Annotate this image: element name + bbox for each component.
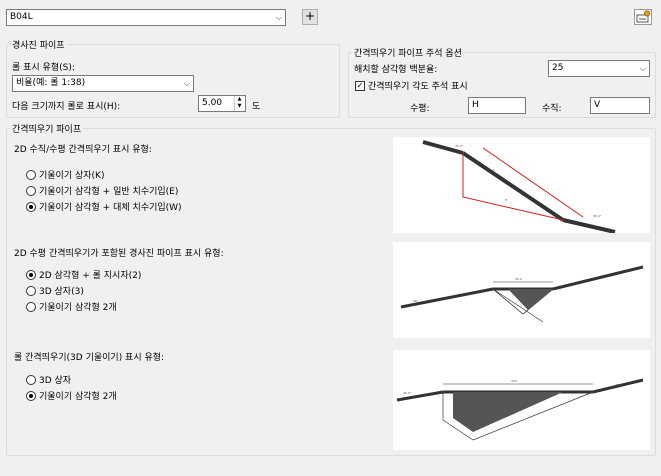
radio-3d-box[interactable]: 3D 상자(3) [26, 284, 84, 297]
horizontal-label: 수평: [410, 104, 430, 114]
radio-icon [26, 269, 36, 280]
display-type-select[interactable]: 비율(예: 롤 1:38) ⌵ [12, 75, 194, 92]
preview-section1: 45.0° V H 45.0° [393, 137, 650, 234]
display-type-value: 비율(예: 롤 1:38) [16, 78, 86, 88]
spinner-icon[interactable]: ▲ ▼ [234, 96, 244, 111]
offset-pipe-legend: 간격띄우기 파이프 [12, 125, 82, 135]
offset-note-legend: 간격띄우기 파이프 주석 옵션 [354, 49, 462, 59]
radio-icon [26, 390, 36, 401]
sloped-pipe-legend: 경사진 파이프 [12, 41, 65, 51]
radio-label: 기울이기 삼각형 2개 [39, 303, 117, 313]
section2-title: 2D 수평 간격띄우기가 포함된 경사진 파이프 표시 유형: [14, 249, 224, 259]
radio-label: 2D 삼각형 + 롤 지시자(2) [39, 271, 142, 281]
radio-two-triangles[interactable]: 기울이기 삼각형 2개 [26, 300, 117, 313]
threshold-label: 다음 크기까지 롤로 표시(H): [12, 102, 121, 112]
add-button[interactable]: + [302, 9, 318, 25]
threshold-input[interactable]: 5.00 ▲ ▼ [198, 95, 246, 112]
radio-label: 기울이기 삼각형 + 대체 치수기입(W) [39, 203, 182, 213]
display-type-label: 롤 표시 유형(S): [12, 63, 75, 73]
section3-title: 롤 간격띄우기(3D 기울이기) 표시 유형: [14, 353, 165, 363]
svg-text:H: H [505, 198, 507, 202]
svg-text:433: 433 [511, 379, 517, 383]
radio-label: 기울이기 삼각형 + 일반 치수기입(E) [39, 187, 179, 197]
svg-text:45.0°: 45.0° [455, 144, 464, 148]
radio-skew-triangle-alt[interactable]: 기울이기 삼각형 + 대체 치수기입(W) [26, 200, 182, 213]
horizontal-value: H [472, 100, 479, 110]
hatch-value: 25 [552, 63, 564, 73]
hatch-label: 해치할 삼각형 백분율: [354, 65, 438, 75]
preview-section2: 45.0 90° [393, 242, 650, 338]
horizontal-input[interactable]: H [468, 97, 526, 114]
svg-text:45.0°: 45.0° [615, 383, 624, 387]
radio-icon [26, 201, 36, 212]
threshold-value: 5.00 [202, 98, 223, 108]
radio-icon [26, 374, 36, 385]
radio-2d-triangle-roll[interactable]: 2D 삼각형 + 롤 지시자(2) [26, 268, 141, 281]
radio-label: 기울이기 삼각형 2개 [39, 392, 117, 402]
svg-text:90°: 90° [413, 299, 419, 303]
section1-title: 2D 수직/수평 간격띄우기 표시 유형: [14, 145, 152, 155]
chevron-down-icon: ⌵ [183, 79, 190, 88]
radio-roll-two-triangles[interactable]: 기울이기 삼각형 2개 [26, 389, 117, 402]
vertical-label: 수직: [542, 104, 562, 114]
radio-skew-triangle-normal[interactable]: 기울이기 삼각형 + 일반 치수기입(E) [26, 184, 178, 197]
svg-text:45.0°: 45.0° [403, 391, 412, 395]
svg-text:45.0°: 45.0° [593, 214, 602, 218]
radio-icon [26, 169, 36, 180]
check-icon: ✓ [355, 80, 365, 91]
radio-icon [26, 301, 36, 312]
radio-icon [26, 285, 36, 296]
radio-skew-box[interactable]: 기울이기 상자(K) [26, 168, 104, 181]
angle-note-checkbox[interactable]: ✓ 간격띄우기 각도 주석 표시 [355, 79, 468, 92]
style-combo-value: B04L [10, 12, 33, 22]
angle-note-label: 간격띄우기 각도 주석 표시 [368, 82, 468, 92]
radio-label: 3D 상자(3) [39, 287, 84, 297]
radio-icon [26, 185, 36, 196]
chevron-down-icon: ⌵ [275, 13, 282, 22]
edit-style-icon[interactable] [634, 9, 652, 25]
radio-label: 기울이기 상자(K) [39, 171, 105, 181]
preview-section3: 433 45.0° 45.0° [393, 350, 650, 450]
radio-roll-3d-box[interactable]: 3D 상자 [26, 373, 71, 386]
vertical-value: V [594, 100, 601, 110]
threshold-unit: 도 [252, 102, 261, 112]
vertical-input[interactable]: V [590, 97, 650, 114]
hatch-select[interactable]: 25 ⌵ [548, 60, 650, 77]
chevron-down-icon: ⌵ [639, 64, 646, 73]
style-combo[interactable]: B04L ⌵ [6, 9, 286, 26]
svg-text:45.0: 45.0 [515, 277, 522, 281]
radio-label: 3D 상자 [39, 376, 72, 386]
svg-text:V: V [493, 168, 496, 172]
